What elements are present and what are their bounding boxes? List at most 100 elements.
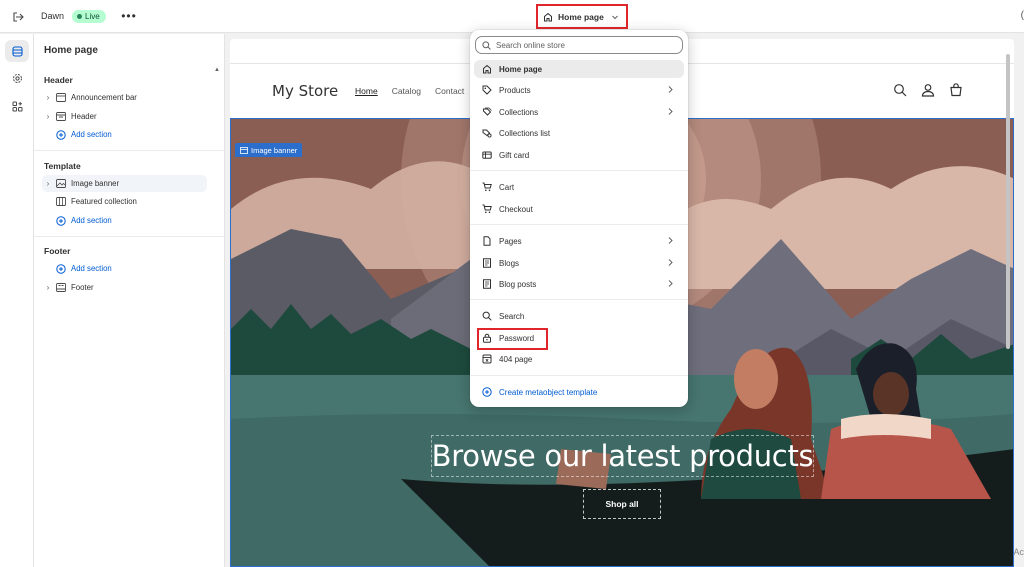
- menu-item-blogs[interactable]: Blogs: [474, 254, 684, 272]
- footer-section-icon: [56, 283, 66, 292]
- image-banner-icon: [240, 146, 248, 154]
- page-selector-label: Home page: [558, 11, 604, 22]
- chevron-right-icon[interactable]: ›: [42, 93, 54, 102]
- blog-post-icon: [482, 279, 491, 289]
- error-page-icon: [482, 354, 491, 364]
- add-section-footer-button[interactable]: Add section: [42, 260, 207, 277]
- menu-item-collections-list[interactable]: Collections list: [474, 124, 684, 142]
- add-section-label: Add section: [71, 264, 112, 273]
- sections-sidebar: Home page ▲ Header › Announcement bar › …: [34, 34, 225, 567]
- sidebar-divider: [34, 236, 224, 237]
- chevron-right-icon: [668, 237, 673, 244]
- menu-divider: [470, 224, 688, 225]
- chevron-right-icon[interactable]: ›: [42, 179, 54, 188]
- live-dot-icon: [77, 14, 82, 19]
- search-placeholder: Search online store: [496, 40, 565, 50]
- menu-item-404-page[interactable]: 404 page: [474, 350, 684, 368]
- sidebar-item-announcement-bar[interactable]: › Announcement bar: [42, 89, 207, 106]
- add-section-label: Add section: [71, 130, 112, 139]
- live-badge-label: Live: [85, 12, 100, 21]
- sidebar-item-header[interactable]: › Header: [42, 108, 207, 125]
- chevron-right-icon[interactable]: ›: [42, 283, 54, 292]
- top-bar: Dawn Live ••• Home page (: [0, 0, 1024, 33]
- page-selector-dropdown: Search online store Home page Products C…: [470, 30, 688, 407]
- menu-item-label: Products: [499, 85, 531, 95]
- nav-link-home[interactable]: Home: [355, 86, 378, 96]
- sidebar-item-featured-collection[interactable]: Featured collection: [42, 193, 207, 210]
- header-section-icon: [56, 112, 66, 121]
- cut-text: Ac: [1013, 547, 1024, 557]
- add-section-template-button[interactable]: Add section: [42, 212, 207, 229]
- menu-item-blog-posts[interactable]: Blog posts: [474, 275, 684, 293]
- shop-all-button[interactable]: Shop all: [583, 489, 661, 519]
- chevron-right-icon: [668, 259, 673, 266]
- cart-icon: [482, 182, 492, 192]
- plus-circle-icon: [56, 129, 66, 140]
- menu-item-pages[interactable]: Pages: [474, 232, 684, 250]
- preview-scrollbar[interactable]: [1006, 54, 1010, 349]
- exit-button[interactable]: [10, 9, 26, 25]
- topbar-cut-glyph: (: [1020, 10, 1024, 21]
- account-icon: [921, 84, 935, 97]
- template-group-label: Template: [44, 161, 81, 171]
- menu-item-label: Pages: [499, 236, 522, 246]
- chevron-right-icon: [668, 86, 673, 93]
- home-icon: [544, 12, 552, 21]
- sidebar-item-footer[interactable]: › Footer: [42, 279, 207, 296]
- blog-icon: [482, 258, 491, 268]
- nav-link-contact[interactable]: Contact: [435, 86, 464, 96]
- more-actions-button[interactable]: •••: [121, 8, 137, 24]
- menu-divider: [470, 299, 688, 300]
- menu-divider: [470, 170, 688, 171]
- apps-icon: [12, 101, 22, 111]
- collections-list-icon: [482, 129, 492, 138]
- sidebar-item-label: Featured collection: [71, 197, 137, 206]
- menu-item-cart[interactable]: Cart: [474, 178, 684, 196]
- live-badge: Live: [72, 10, 106, 23]
- chevron-down-icon: [611, 15, 618, 19]
- featured-collection-icon: [56, 197, 66, 206]
- banner-tag-label: Image banner: [251, 145, 298, 155]
- scroll-up-icon[interactable]: ▲: [214, 67, 220, 73]
- cart-bag-icon: [950, 83, 962, 97]
- app-embeds-button[interactable]: [5, 95, 29, 117]
- search-online-store-input[interactable]: Search online store: [475, 36, 683, 54]
- create-metaobject-template-button[interactable]: Create metaobject template: [474, 383, 684, 401]
- page-selector-button[interactable]: Home page: [536, 4, 628, 29]
- theme-settings-button[interactable]: [5, 67, 29, 89]
- password-highlight-box: [477, 328, 548, 350]
- menu-item-label: Collections: [499, 107, 539, 117]
- image-banner-icon: [56, 179, 66, 188]
- chevron-right-icon: [668, 108, 673, 115]
- sidebar-item-image-banner[interactable]: › Image banner: [42, 175, 207, 192]
- ellipsis-icon: •••: [121, 9, 137, 23]
- settings-icon: [12, 73, 22, 83]
- menu-item-collections[interactable]: Collections: [474, 103, 684, 121]
- menu-item-label: Collections list: [499, 128, 551, 138]
- menu-item-search[interactable]: Search: [474, 307, 684, 325]
- menu-item-home-page[interactable]: Home page: [474, 60, 684, 78]
- account-button[interactable]: [920, 82, 936, 98]
- sidebar-divider: [34, 150, 224, 151]
- cart-button[interactable]: [948, 82, 964, 98]
- add-section-header-button[interactable]: Add section: [42, 126, 207, 143]
- menu-item-label: Cart: [499, 182, 515, 192]
- tag-icon: [482, 85, 492, 95]
- banner-heading[interactable]: Browse our latest products: [431, 435, 814, 477]
- search-button[interactable]: [892, 82, 908, 98]
- menu-item-checkout[interactable]: Checkout: [474, 200, 684, 218]
- sidebar-item-label: Announcement bar: [71, 93, 137, 102]
- menu-item-products[interactable]: Products: [474, 81, 684, 99]
- gift-card-icon: [481, 151, 492, 159]
- menu-item-label: Checkout: [499, 204, 533, 214]
- store-logo[interactable]: My Store: [272, 82, 338, 100]
- menu-item-label: 404 page: [499, 354, 533, 364]
- nav-link-catalog[interactable]: Catalog: [392, 86, 421, 96]
- sections-button[interactable]: [5, 40, 29, 62]
- exit-icon: [13, 12, 24, 22]
- menu-item-label: Search: [499, 311, 525, 321]
- menu-item-gift-card[interactable]: Gift card: [474, 146, 684, 164]
- chevron-right-icon[interactable]: ›: [42, 112, 54, 121]
- plus-circle-icon: [56, 215, 66, 226]
- header-icons: [892, 82, 964, 98]
